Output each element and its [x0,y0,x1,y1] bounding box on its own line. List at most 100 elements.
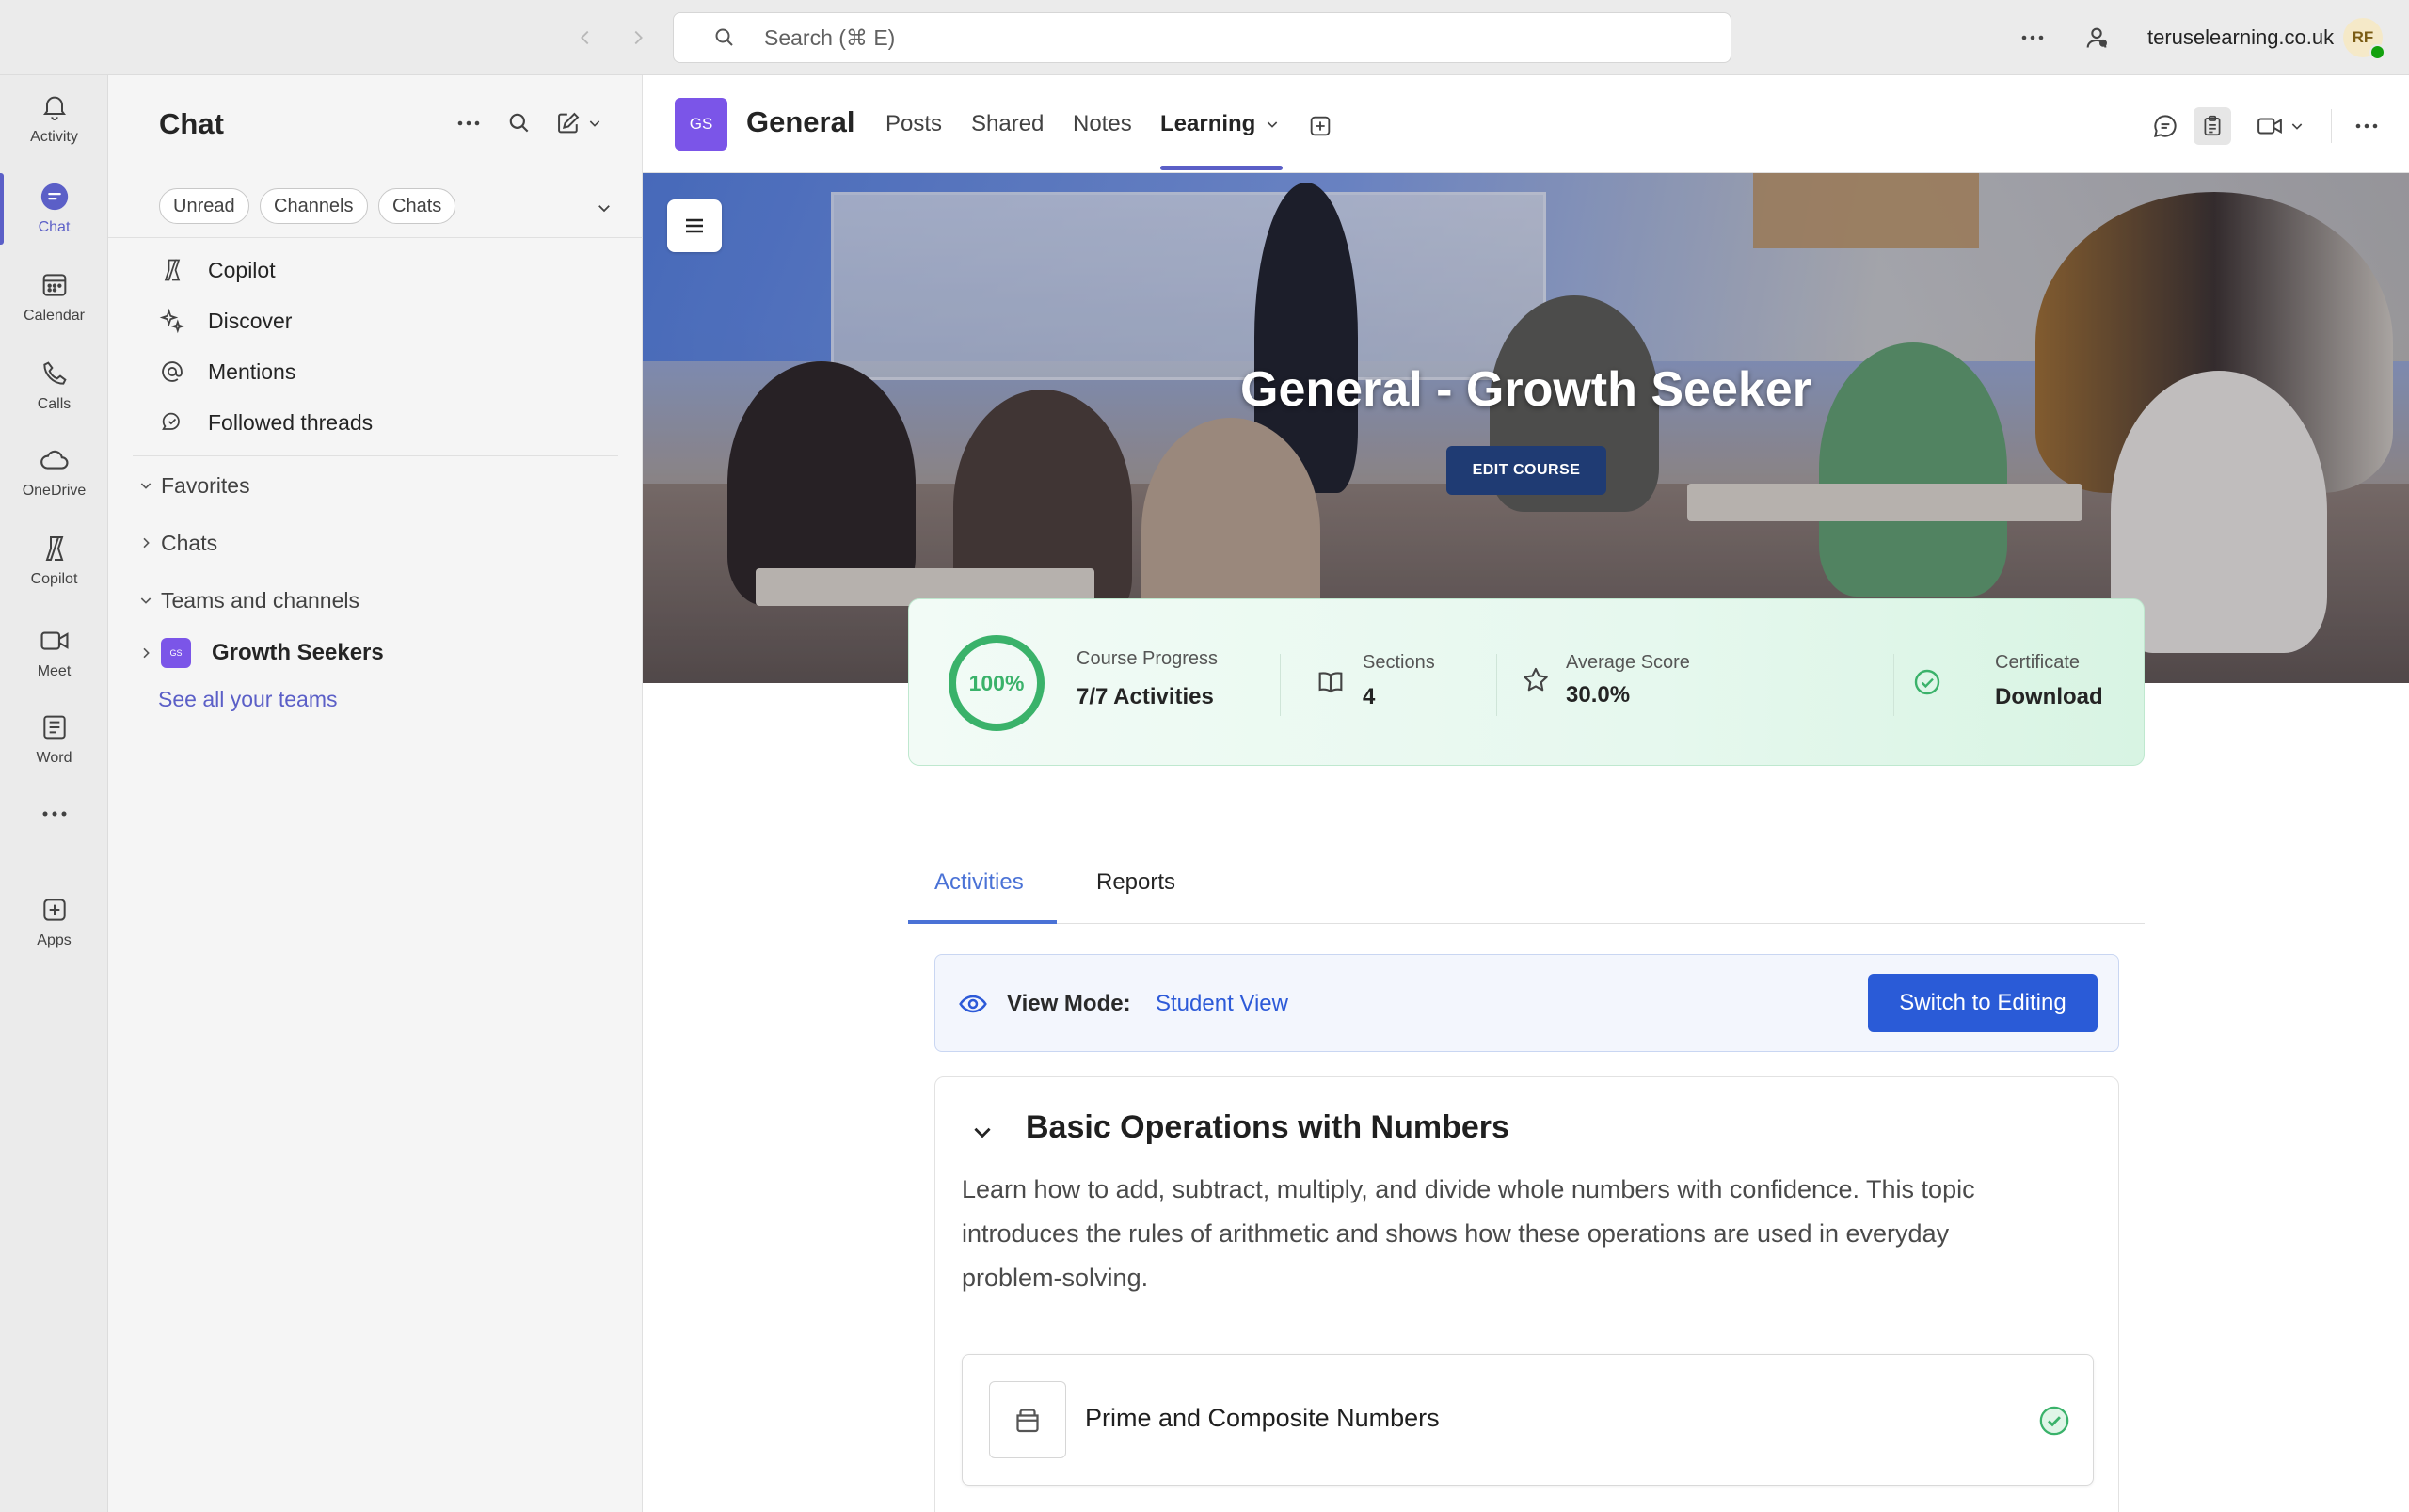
quick-link-discover[interactable]: Discover [157,302,292,340]
book-icon [1314,665,1348,699]
tab-activities[interactable]: Activities [934,869,1024,896]
edit-course-button[interactable]: EDIT COURSE [1446,446,1606,495]
certificate-download-link[interactable]: Download [1995,684,2103,710]
learning-content: General - Growth Seeker EDIT COURSE 100%… [643,173,2409,1512]
course-title: General - Growth Seeker [1240,362,1811,417]
team-item-growth-seekers[interactable]: GS Growth Seekers [136,632,384,674]
chat-panel: Chat Unread Channels Chats Copilot Disco… [108,75,643,1512]
divider [133,455,618,456]
section-label: Teams and channels [161,587,359,613]
filter-channels[interactable]: Channels [260,188,368,224]
rail-label: Word [36,750,72,766]
rail-label: Apps [37,932,72,948]
sections-label: Sections [1363,652,1435,673]
chevron-down-icon [587,116,602,131]
avatar-initials: RF [2352,28,2374,46]
rail-item-activity[interactable]: Activity [0,77,108,156]
team-name: Growth Seekers [212,640,384,665]
tab-posts[interactable]: Posts [885,111,942,137]
section-teams-and-channels[interactable]: Teams and channels [136,581,359,619]
divider [1280,654,1281,716]
team-badge: GS [161,638,191,668]
add-tab-icon[interactable] [1301,107,1339,145]
filter-expand-chevron-icon[interactable] [586,190,622,226]
more-options-icon[interactable] [451,105,487,141]
course-stats-card: 100% Course Progress 7/7 Activities Sect… [908,598,2145,766]
section-favorites[interactable]: Favorites [136,467,250,504]
filter-unread[interactable]: Unread [159,188,249,224]
see-all-teams-link[interactable]: See all your teams [158,687,337,712]
more-horizontal-icon [36,795,73,833]
rail-label: OneDrive [22,483,87,499]
active-tab-indicator [908,920,1057,924]
tab-notes[interactable]: Notes [1073,111,1132,137]
phone-icon [36,355,73,392]
channel-header: GS General Posts Shared Notes Learning [643,75,2409,173]
chevron-right-icon [136,535,155,550]
switch-to-editing-button[interactable]: Switch to Editing [1868,974,2098,1032]
check-circle-icon [1910,665,1944,699]
quick-link-label: Followed threads [208,409,374,435]
activity-item[interactable]: Prime and Composite Numbers [962,1354,2094,1486]
rail-label: Chat [38,219,71,235]
meet-video-button[interactable] [2250,107,2310,145]
rail-item-chat[interactable]: Chat [0,167,108,247]
presence-available-icon [2369,44,2385,60]
rail-item-copilot[interactable]: Copilot [0,519,108,598]
rail-item-apps[interactable]: Apps [0,881,108,960]
rail-item-onedrive[interactable]: OneDrive [0,431,108,510]
tab-shared[interactable]: Shared [971,111,1044,137]
conversation-icon[interactable] [2146,107,2184,145]
chat-icon [36,178,73,215]
people-settings-icon[interactable] [2078,19,2115,56]
rail-label: Meet [37,663,72,679]
plus-square-icon [36,891,73,929]
course-section-card: Basic Operations with Numbers Learn how … [934,1076,2119,1512]
threads-icon [157,407,187,438]
copilot-icon [36,530,73,567]
quick-link-followed-threads[interactable]: Followed threads [157,404,373,441]
search-box[interactable] [673,12,1731,63]
tab-learning[interactable]: Learning [1160,111,1280,137]
search-icon[interactable] [502,105,537,141]
channel-name: General [746,105,855,138]
course-menu-button[interactable] [667,199,722,252]
divider [1893,654,1894,716]
eye-icon [956,987,990,1021]
chevron-down-icon [2289,119,2305,134]
cloud-icon [36,441,73,479]
rail-item-more[interactable] [0,790,108,837]
filter-chats[interactable]: Chats [378,188,456,224]
calendar-icon [36,266,73,304]
forward-arrow-icon[interactable] [621,21,655,55]
rail-item-calendar[interactable]: Calendar [0,256,108,335]
more-options-icon[interactable] [2348,107,2385,145]
more-options-icon[interactable] [2014,21,2051,55]
app-rail: Activity Chat Calendar Calls OneDrive Co… [0,75,108,1512]
section-chats[interactable]: Chats [136,524,217,562]
video-icon [2256,112,2284,140]
section-label: Favorites [161,472,250,498]
search-input[interactable] [764,24,1611,51]
search-icon [713,26,736,49]
tab-reports[interactable]: Reports [1096,869,1175,896]
tab-learning-label: Learning [1160,111,1256,136]
quick-link-mentions[interactable]: Mentions [157,353,295,390]
org-name: teruselearning.co.uk [2147,25,2335,49]
video-icon [36,622,73,660]
sections-value: 4 [1363,684,1376,709]
clipboard-icon[interactable] [2194,107,2231,145]
average-score-value: 30.0% [1566,682,1631,708]
rail-item-calls[interactable]: Calls [0,344,108,423]
quick-link-label: Copilot [208,257,276,282]
avatar[interactable]: RF [2343,18,2385,60]
divider [2331,109,2332,143]
rail-item-word[interactable]: Word [0,698,108,777]
bell-icon [36,88,73,125]
collapse-chevron-icon[interactable] [965,1115,999,1149]
new-chat-button[interactable] [550,105,607,141]
back-arrow-icon[interactable] [568,21,602,55]
word-icon [36,708,73,746]
quick-link-copilot[interactable]: Copilot [157,251,276,289]
rail-item-meet[interactable]: Meet [0,612,108,691]
